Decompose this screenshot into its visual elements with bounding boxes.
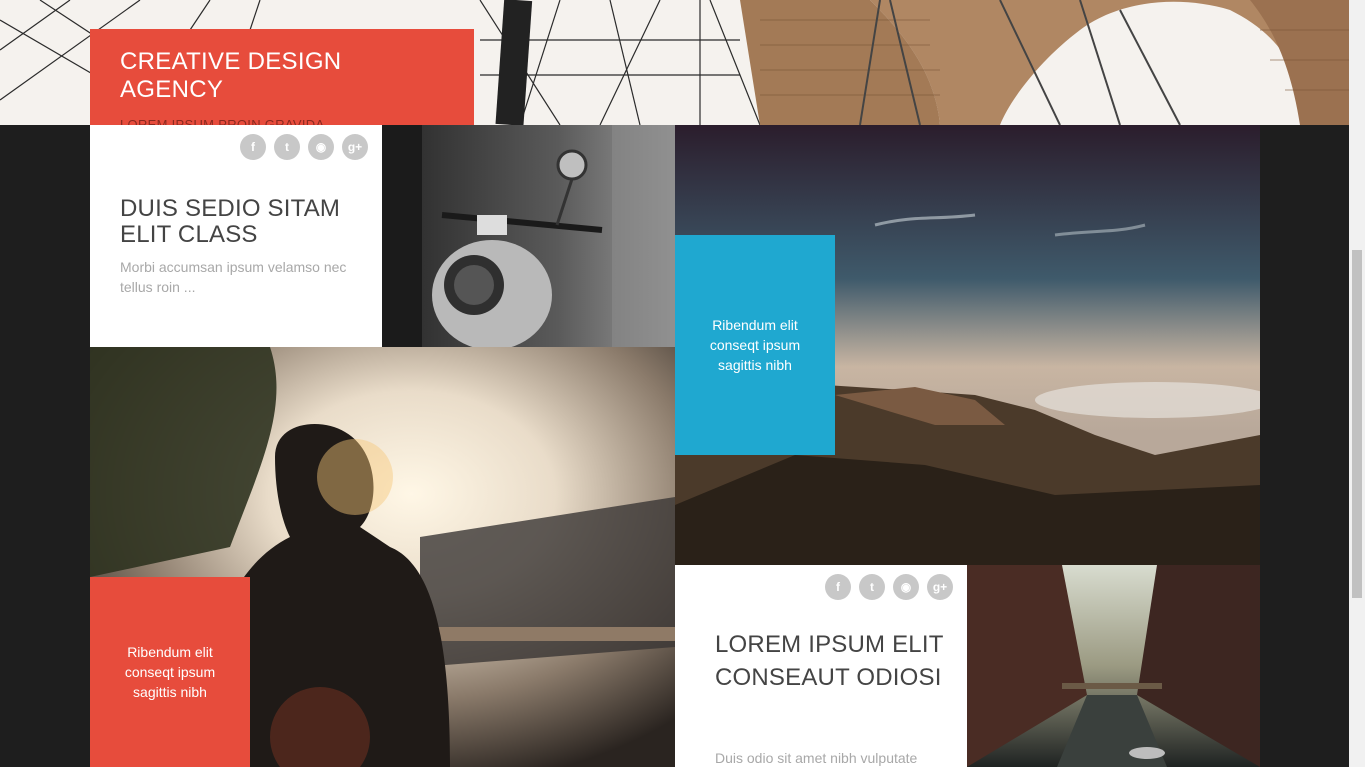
rss-icon[interactable]: ◉ xyxy=(893,574,919,600)
brand-subtitle: LOREM IPSUM PROIN GRAVIDA xyxy=(120,117,325,125)
scooter-photo xyxy=(382,125,675,347)
highlight-red-block[interactable]: Ribendum elit conseqt ipsum sagittis nib… xyxy=(90,577,250,767)
brand-block[interactable]: CREATIVE DESIGN AGENCY LOREM IPSUM PROIN… xyxy=(90,29,474,125)
post-title[interactable]: DUIS SEDIO SITAM ELIT CLASS xyxy=(120,196,370,248)
social-links: f t ◉ g+ xyxy=(240,134,368,160)
twitter-icon[interactable]: t xyxy=(274,134,300,160)
scrollbar-thumb[interactable] xyxy=(1352,250,1362,598)
post-card-2: f t ◉ g+ LOREM IPSUM ELIT CONSEAUT ODIOS… xyxy=(675,565,967,767)
highlight-blue-block[interactable]: Ribendum elit conseqt ipsum sagittis nib… xyxy=(675,235,835,455)
post-card-1: f t ◉ g+ DUIS SEDIO SITAM ELIT CLASS Mor… xyxy=(90,125,382,347)
post-title-2[interactable]: LOREM IPSUM ELIT CONSEAUT ODIOSI xyxy=(715,628,945,694)
facebook-icon[interactable]: f xyxy=(825,574,851,600)
rss-icon[interactable]: ◉ xyxy=(308,134,334,160)
post-excerpt-2: Duis odio sit amet nibh vulputate xyxy=(715,750,918,766)
facebook-icon[interactable]: f xyxy=(240,134,266,160)
hero-banner: CREATIVE DESIGN AGENCY LOREM IPSUM PROIN… xyxy=(0,0,1349,125)
canal-photo xyxy=(967,565,1260,767)
post-excerpt: Morbi accumsan ipsum velamso nec tellus … xyxy=(120,259,347,295)
google-plus-icon[interactable]: g+ xyxy=(342,134,368,160)
brand-title: CREATIVE DESIGN AGENCY xyxy=(120,48,342,103)
twitter-icon[interactable]: t xyxy=(859,574,885,600)
page-scrollbar[interactable] xyxy=(1349,0,1365,767)
social-links-2: f t ◉ g+ xyxy=(825,574,953,600)
google-plus-icon[interactable]: g+ xyxy=(927,574,953,600)
